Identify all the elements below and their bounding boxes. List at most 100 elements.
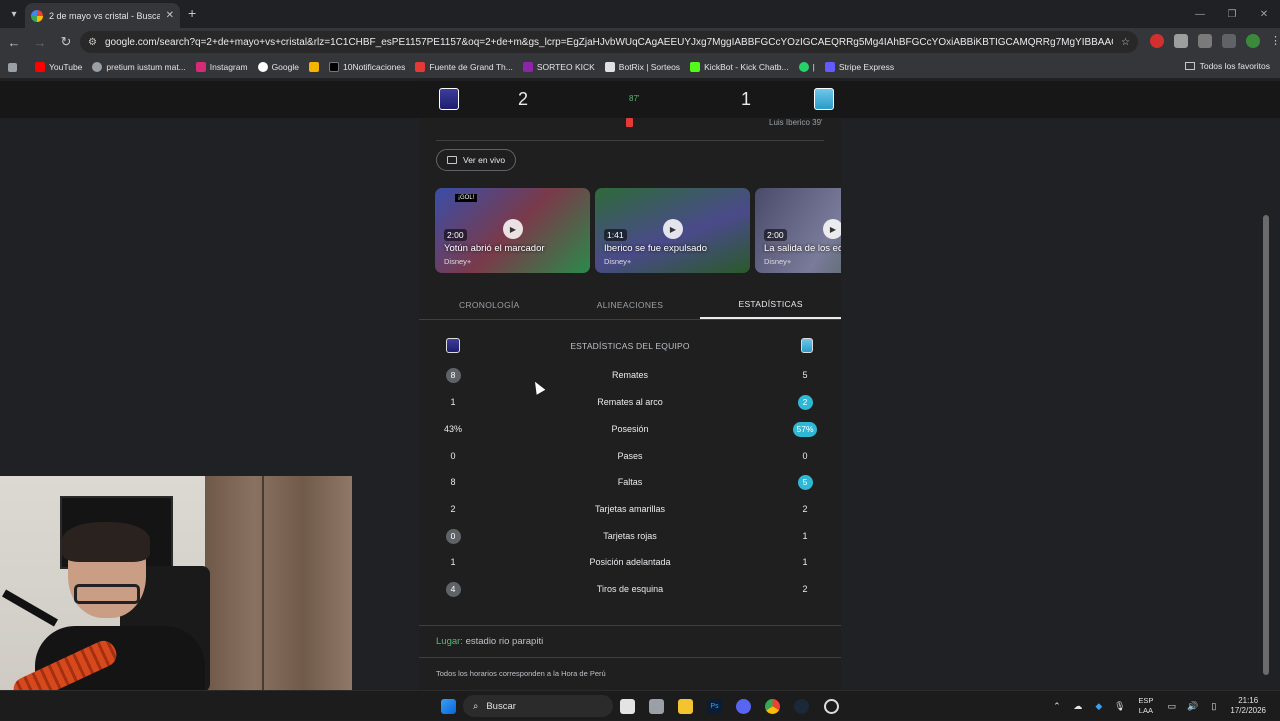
extensions-puzzle-icon[interactable]: [1198, 34, 1212, 48]
bookmark-whatsapp[interactable]: |: [798, 62, 815, 72]
play-icon[interactable]: ▶: [663, 219, 683, 239]
stat-row: 1 Posición adelantada 1: [419, 555, 841, 575]
tab-search-chevron-icon[interactable]: ▾: [4, 4, 24, 24]
windows-start-icon[interactable]: [441, 699, 456, 714]
bookmark-fuente[interactable]: Fuente de Grand Th...: [415, 62, 513, 72]
battery-icon[interactable]: ▯: [1208, 701, 1219, 712]
timezone-note: Todos los horarios corresponden a la Hor…: [436, 669, 606, 678]
site-info-icon[interactable]: ⚙: [88, 37, 97, 48]
search-label: Buscar: [486, 700, 516, 712]
side-panel-icon[interactable]: [1222, 34, 1236, 48]
match-tabs: CRONOLOGÍA ALINEACIONES ESTADÍSTICAS: [419, 290, 842, 320]
minimize-icon[interactable]: —: [1184, 0, 1216, 28]
tab-estadisticas[interactable]: ESTADÍSTICAS: [700, 290, 842, 319]
font-icon: [415, 62, 426, 72]
video-icon: [447, 156, 457, 164]
back-icon[interactable]: ←: [2, 30, 26, 54]
task-view-icon[interactable]: [620, 699, 635, 714]
folder-icon: [1184, 62, 1195, 70]
tab-cronologia[interactable]: CRONOLOGÍA: [419, 290, 560, 319]
extension-gray-icon[interactable]: [1174, 34, 1188, 48]
webcam-overlay: [0, 476, 352, 692]
play-icon[interactable]: ▶: [823, 219, 841, 239]
address-bar[interactable]: ⚙ google.com/search?q=2+de+mayo+vs+crist…: [80, 31, 1138, 53]
globe-icon: [92, 62, 103, 72]
bookmark-botrix[interactable]: BotRix | Sorteos: [604, 62, 680, 72]
stats-title: ESTADÍSTICAS DEL EQUIPO: [570, 341, 690, 351]
stat-label: Pases: [617, 451, 643, 461]
photoshop-icon[interactable]: Ps: [707, 699, 722, 714]
divider: [419, 657, 841, 658]
browser-toolbar: ← → ↻ ⚙ google.com/search?q=2+de+mayo+vs…: [0, 28, 1280, 56]
network-icon[interactable]: ▭: [1166, 701, 1177, 712]
kickbot-icon: [690, 62, 701, 72]
app-gear-icon[interactable]: [824, 699, 839, 714]
venue-info: Lugar: estadio rio parapiti: [436, 636, 543, 647]
home-team-crest-icon[interactable]: [439, 88, 459, 110]
all-bookmarks[interactable]: Todos los favoritos: [1184, 61, 1270, 71]
stat-away-value: 2: [785, 395, 825, 410]
stat-row: 43% Posesión 57%: [419, 422, 841, 442]
play-icon[interactable]: ▶: [503, 219, 523, 239]
watch-live-button[interactable]: Ver en vivo: [436, 149, 517, 171]
apps-grid-icon[interactable]: [8, 62, 17, 72]
extension-red-icon[interactable]: [1150, 34, 1164, 48]
video-duration: 2:00: [764, 229, 787, 241]
steam-icon[interactable]: [794, 699, 809, 714]
discord-icon[interactable]: [736, 699, 751, 714]
stat-label: Posesión: [611, 424, 649, 434]
file-explorer-icon[interactable]: [678, 699, 693, 714]
home-score: 2: [518, 89, 529, 109]
bookmark-x[interactable]: 10Notificaciones: [328, 62, 405, 72]
video-source: Disney+: [604, 257, 632, 266]
stat-label: Posición adelantada: [589, 557, 671, 567]
bookmark-youtube[interactable]: YouTube: [35, 62, 82, 72]
clock[interactable]: 21:16 17/2/2026: [1230, 696, 1266, 716]
volume-icon[interactable]: 🔊: [1187, 701, 1198, 712]
bookmark-stripe[interactable]: Stripe Express: [824, 62, 894, 72]
taskbar: ⌕ Buscar Ps ⌃ ☁ ◆ 🎙 ESP LAA ▭ 🔊 ▯ 21:16 17…: [0, 690, 1280, 720]
menu-dots-icon[interactable]: ⋮: [1270, 34, 1280, 48]
bookmark-google[interactable]: Google: [257, 62, 299, 72]
bookmark-colorful[interactable]: [308, 62, 319, 72]
venue-value[interactable]: estadio rio parapiti: [466, 636, 544, 647]
reload-icon[interactable]: ↻: [54, 30, 78, 54]
stat-away-value: 0: [802, 451, 808, 461]
video-carousel: ¡GOL! 2:00 ▶ Yotún abrió el marcador Dis…: [435, 188, 841, 273]
close-window-icon[interactable]: ✕: [1248, 0, 1280, 28]
forward-icon[interactable]: →: [28, 30, 52, 54]
stat-label: Faltas: [617, 477, 643, 487]
chevron-up-icon[interactable]: ⌃: [1051, 701, 1062, 712]
onedrive-icon[interactable]: ☁: [1072, 701, 1083, 712]
video-card[interactable]: ¡GOL! 2:00 ▶ Yotún abrió el marcador Dis…: [435, 188, 590, 273]
bookmark-sorteo-kick[interactable]: SORTEO KICK: [522, 62, 595, 72]
bookmark-pretium[interactable]: pretium iustum mat...: [92, 62, 186, 72]
defender-icon[interactable]: ◆: [1093, 701, 1104, 712]
browser-tab[interactable]: 2 de mayo vs cristal - Buscar co ✕: [25, 3, 180, 28]
url-text: google.com/search?q=2+de+mayo+vs+cristal…: [104, 36, 1113, 48]
stat-row: 2 Tarjetas amarillas 2: [419, 502, 841, 522]
away-team-crest-icon[interactable]: [814, 88, 834, 110]
video-card[interactable]: 2:00 ▶ La salida de los eq Disney+: [755, 188, 841, 273]
google-icon: [257, 62, 268, 72]
divider: [419, 625, 841, 626]
bookmark-kickbot[interactable]: KickBot - Kick Chatb...: [690, 62, 789, 72]
page-scrollbar[interactable]: [1263, 215, 1269, 675]
taskbar-search[interactable]: ⌕ Buscar: [463, 695, 613, 717]
stat-away-value: 1: [802, 531, 808, 541]
bookmark-instagram[interactable]: Instagram: [195, 62, 248, 72]
new-tab-icon[interactable]: +: [188, 5, 196, 21]
stat-label: Remates al arco: [597, 397, 663, 407]
language-indicator[interactable]: ESP LAA: [1138, 696, 1153, 716]
bookmark-star-icon[interactable]: ☆: [1121, 37, 1130, 48]
divider: [436, 140, 824, 141]
video-card[interactable]: 1:41 ▶ Iberico se fue expulsado Disney+: [595, 188, 750, 273]
close-tab-icon[interactable]: ✕: [166, 10, 174, 21]
tab-alineaciones[interactable]: ALINEACIONES: [560, 290, 701, 319]
restore-icon[interactable]: ❐: [1216, 0, 1248, 28]
microphone-icon[interactable]: 🎙: [1114, 701, 1125, 712]
app-icon[interactable]: [649, 699, 664, 714]
profile-avatar-icon[interactable]: [1246, 34, 1260, 48]
youtube-icon: [35, 62, 45, 72]
chrome-icon[interactable]: [765, 699, 780, 714]
